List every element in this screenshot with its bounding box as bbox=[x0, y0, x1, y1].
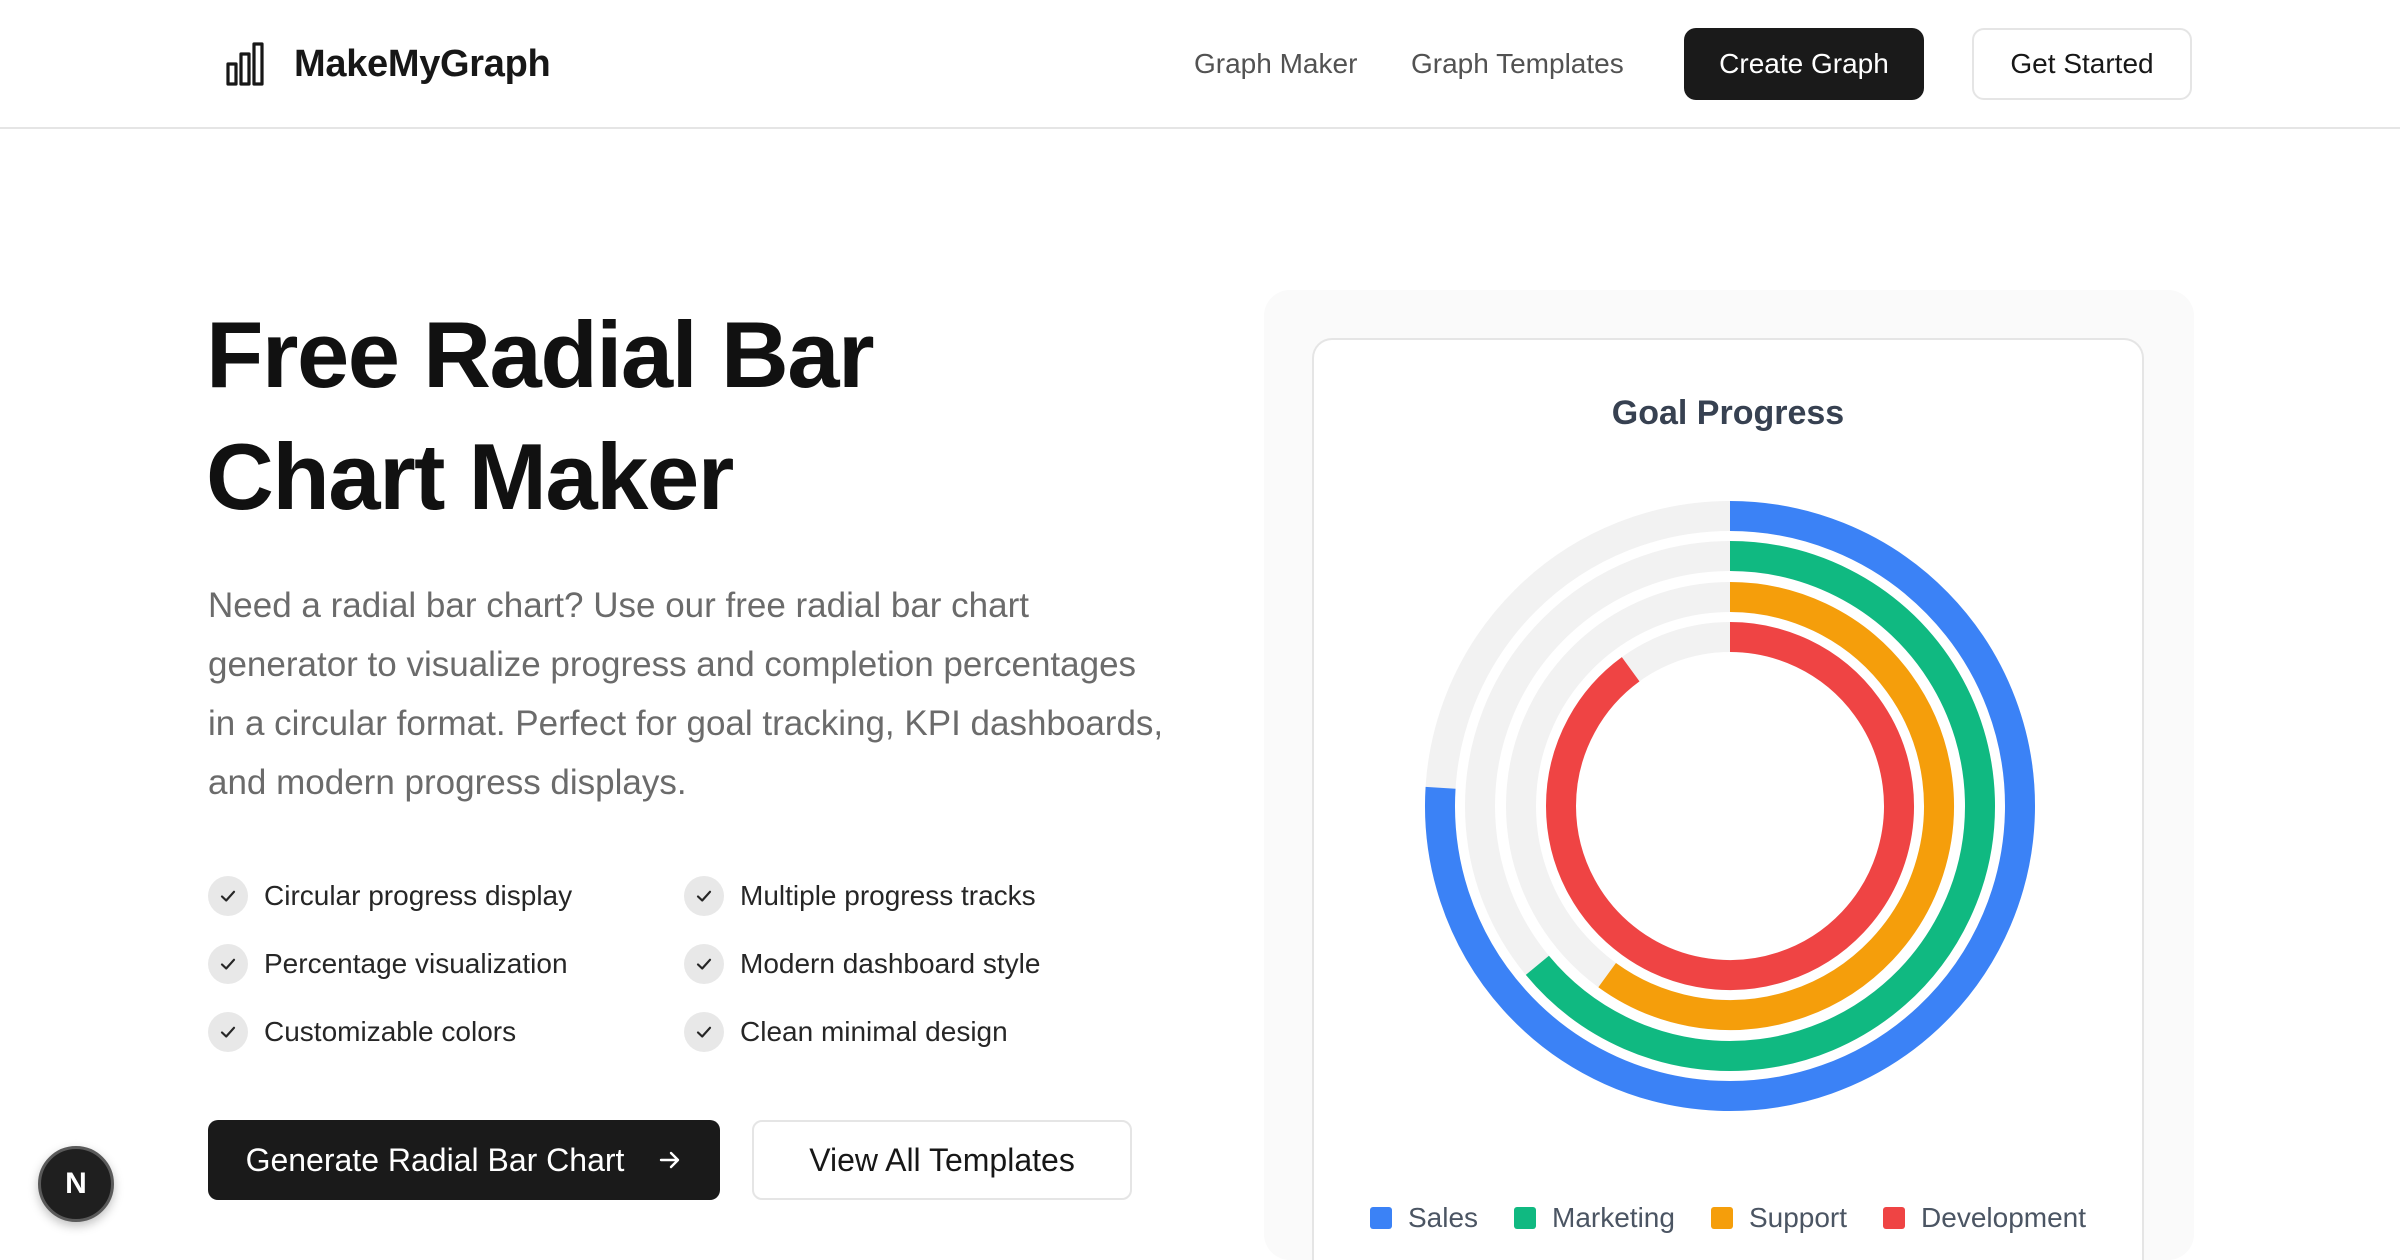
radial-bar-development[interactable] bbox=[1546, 622, 1914, 990]
nav-link-graph-maker[interactable]: Graph Maker bbox=[1194, 44, 1357, 84]
chart-legend: Sales Marketing Support Development bbox=[1314, 1198, 2142, 1238]
feature-item: Customizable colors bbox=[208, 1010, 516, 1054]
legend-swatch bbox=[1710, 1207, 1733, 1229]
feature-label: Circular progress display bbox=[264, 880, 573, 911]
legend-item-development[interactable]: Development bbox=[1883, 1202, 2086, 1234]
chart-card: Goal Progress Sales Marketing Support Devel… bbox=[1312, 338, 2144, 1260]
site-header: MakeMyGraph Graph Maker Graph Templates … bbox=[0, 0, 2400, 129]
check-icon bbox=[208, 876, 248, 916]
create-graph-button[interactable]: Create Graph bbox=[1684, 28, 1924, 100]
legend-swatch bbox=[1369, 1207, 1392, 1229]
legend-item-sales[interactable]: Sales bbox=[1369, 1202, 1479, 1234]
check-icon bbox=[684, 1012, 724, 1052]
brand-name: MakeMyGraph bbox=[294, 42, 551, 85]
feature-label: Modern dashboard style bbox=[740, 948, 1041, 979]
generate-button-label: Generate Radial Bar Chart bbox=[245, 1141, 625, 1178]
bar-chart-icon bbox=[226, 42, 264, 86]
legend-label: Support bbox=[1748, 1202, 1848, 1233]
page-title-line-2: Chart Maker bbox=[206, 424, 734, 529]
legend-item-marketing[interactable]: Marketing bbox=[1514, 1202, 1675, 1234]
check-icon bbox=[208, 1012, 248, 1052]
view-all-templates-button[interactable]: View All Templates bbox=[752, 1120, 1132, 1200]
check-icon bbox=[684, 944, 724, 984]
arrow-right-icon bbox=[660, 1151, 680, 1169]
legend-label: Development bbox=[1921, 1202, 2087, 1233]
feature-item: Multiple progress tracks bbox=[684, 874, 1036, 918]
feature-item: Circular progress display bbox=[208, 874, 572, 918]
page-title: Free Radial Bar Chart Maker bbox=[206, 294, 1206, 538]
feature-label: Customizable colors bbox=[264, 1016, 517, 1047]
feature-label: Multiple progress tracks bbox=[740, 880, 1036, 911]
get-started-button[interactable]: Get Started bbox=[1972, 28, 2192, 100]
feature-label: Percentage visualization bbox=[264, 948, 568, 979]
legend-item-support[interactable]: Support bbox=[1710, 1202, 1848, 1234]
page-title-line-1: Free Radial Bar bbox=[206, 302, 875, 407]
legend-label: Marketing bbox=[1552, 1202, 1675, 1233]
feature-item: Modern dashboard style bbox=[684, 942, 1040, 986]
nav-link-graph-templates[interactable]: Graph Templates bbox=[1411, 44, 1624, 84]
badge-letter: N bbox=[65, 1167, 87, 1200]
legend-swatch bbox=[1514, 1207, 1537, 1229]
framework-badge[interactable]: N bbox=[38, 1146, 114, 1222]
check-icon bbox=[208, 944, 248, 984]
legend-label: Sales bbox=[1407, 1202, 1479, 1233]
legend-swatch bbox=[1883, 1207, 1906, 1229]
radial-bar-chart bbox=[1425, 501, 2035, 1112]
feature-label: Clean minimal design bbox=[740, 1016, 1008, 1047]
brand-logo-link[interactable]: MakeMyGraph bbox=[226, 38, 551, 90]
check-icon bbox=[684, 876, 724, 916]
feature-item: Clean minimal design bbox=[684, 1010, 1008, 1054]
feature-item: Percentage visualization bbox=[208, 942, 568, 986]
hero-description: Need a radial bar chart? Use our free ra… bbox=[208, 586, 1164, 802]
generate-radial-bar-chart-button[interactable]: Generate Radial Bar Chart bbox=[208, 1120, 720, 1200]
